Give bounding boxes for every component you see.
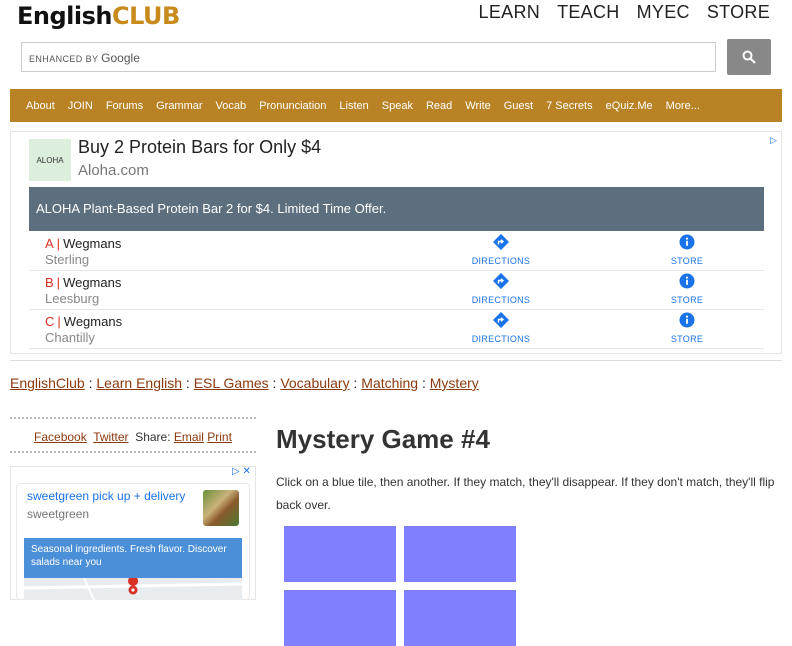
store-button[interactable]: STORE bbox=[647, 273, 727, 305]
ad-domain[interactable]: Aloha.com bbox=[78, 162, 149, 179]
menu-item-grammar[interactable]: Grammar bbox=[156, 100, 202, 112]
map-pin-icon bbox=[23, 576, 243, 601]
nav-teach[interactable]: TEACH bbox=[557, 2, 620, 23]
search-icon bbox=[742, 50, 756, 64]
location-name: Wegmans bbox=[63, 314, 123, 329]
directions-button[interactable]: DIRECTIONS bbox=[461, 273, 541, 305]
location-name: Wegmans bbox=[63, 236, 122, 251]
menu-item-join[interactable]: JOIN bbox=[68, 100, 93, 112]
share-print-link[interactable]: Print bbox=[207, 430, 232, 444]
store-label: STORE bbox=[670, 334, 704, 344]
directions-icon bbox=[493, 312, 509, 328]
location-city: Leesburg bbox=[45, 291, 100, 306]
breadcrumb-matching[interactable]: Matching bbox=[361, 375, 418, 391]
share-label: Share: bbox=[135, 430, 171, 444]
location-row[interactable]: C | Wegmans Chantilly DIRECTIONS STORE bbox=[29, 310, 764, 349]
ad-logo[interactable]: ALOHA bbox=[29, 139, 71, 181]
englishclub-logo[interactable]: EnglishCLUB bbox=[17, 0, 180, 31]
search-button[interactable] bbox=[727, 39, 771, 75]
ad-banner[interactable]: ALOHA Plant-Based Protein Bar 2 for $4. … bbox=[29, 187, 764, 231]
sidebar-ad-title[interactable]: sweetgreen pick up + delivery bbox=[27, 489, 185, 503]
share-twitter-link[interactable]: Twitter bbox=[93, 430, 128, 444]
breadcrumb-mystery[interactable]: Mystery bbox=[430, 375, 479, 391]
sidebar-ad-subtitle: sweetgreen bbox=[27, 507, 90, 521]
store-button[interactable]: STORE bbox=[647, 234, 727, 266]
store-label: STORE bbox=[670, 295, 704, 305]
salad-image bbox=[203, 490, 239, 526]
breadcrumb-vocabulary[interactable]: Vocabulary bbox=[280, 375, 349, 391]
game-instructions: Click on a blue tile, then another. If t… bbox=[276, 475, 775, 512]
menu-item-7-secrets[interactable]: 7 Secrets bbox=[546, 100, 592, 112]
game-tile[interactable] bbox=[284, 526, 396, 582]
menu-item-pronunciation[interactable]: Pronunciation bbox=[259, 100, 326, 112]
breadcrumb: EnglishClub : Learn English : ESL Games … bbox=[10, 375, 479, 391]
breadcrumb-esl-games[interactable]: ESL Games bbox=[194, 375, 269, 391]
adchoices-icon[interactable]: ▷ bbox=[770, 135, 777, 146]
directions-label: DIRECTIONS bbox=[471, 256, 531, 266]
menu-item-read[interactable]: Read bbox=[426, 100, 452, 112]
nav-myec[interactable]: MYEC bbox=[637, 2, 690, 23]
info-icon bbox=[679, 234, 695, 250]
top-nav: LEARN TEACH MYEC STORE bbox=[479, 2, 770, 23]
adchoices-icon[interactable]: ▷ ✕ bbox=[232, 466, 251, 477]
share-email-link[interactable]: Email bbox=[174, 430, 204, 444]
menu-item-equiz[interactable]: eQuiz.Me bbox=[606, 100, 653, 112]
game-tile[interactable] bbox=[284, 590, 396, 646]
divider bbox=[10, 360, 782, 361]
map-thumbnail[interactable] bbox=[23, 576, 243, 601]
share-facebook-link[interactable]: Facebook bbox=[34, 430, 87, 444]
logo-club-text: CLUB bbox=[111, 2, 180, 30]
location-row[interactable]: A | Wegmans Sterling DIRECTIONS STORE bbox=[29, 232, 764, 271]
ad-headline[interactable]: Buy 2 Protein Bars for Only $4 bbox=[78, 137, 321, 158]
nav-learn[interactable]: LEARN bbox=[479, 2, 541, 23]
info-icon bbox=[679, 273, 695, 289]
location-letter: A bbox=[45, 236, 54, 251]
location-name: Wegmans bbox=[63, 275, 122, 290]
breadcrumb-englishclub[interactable]: EnglishClub bbox=[10, 375, 85, 391]
menu-item-about[interactable]: About bbox=[26, 100, 55, 112]
nav-store[interactable]: STORE bbox=[707, 2, 770, 23]
game-tile[interactable] bbox=[404, 590, 516, 646]
store-button[interactable]: STORE bbox=[647, 312, 727, 344]
menu-item-write[interactable]: Write bbox=[465, 100, 490, 112]
breadcrumb-learn-english[interactable]: Learn English bbox=[96, 375, 182, 391]
directions-icon bbox=[493, 273, 509, 289]
info-icon bbox=[679, 312, 695, 328]
main-menu-bar: About JOIN Forums Grammar Vocab Pronunci… bbox=[10, 89, 782, 122]
directions-label: DIRECTIONS bbox=[471, 334, 531, 344]
location-city: Chantilly bbox=[45, 330, 95, 345]
location-city: Sterling bbox=[45, 252, 90, 267]
menu-item-forums[interactable]: Forums bbox=[106, 100, 143, 112]
menu-item-vocab[interactable]: Vocab bbox=[216, 100, 247, 112]
menu-item-speak[interactable]: Speak bbox=[382, 100, 413, 112]
directions-label: DIRECTIONS bbox=[471, 295, 531, 305]
search-branding: ENHANCED BY Google bbox=[29, 51, 140, 65]
location-row[interactable]: B | Wegmans Leesburg DIRECTIONS STORE bbox=[29, 271, 764, 310]
store-label: STORE bbox=[670, 256, 704, 266]
directions-button[interactable]: DIRECTIONS bbox=[461, 312, 541, 344]
menu-item-guest[interactable]: Guest bbox=[504, 100, 533, 112]
page-title: Mystery Game #4 bbox=[276, 424, 490, 454]
menu-item-listen[interactable]: Listen bbox=[339, 100, 368, 112]
advertisement-block: ALOHA Buy 2 Protein Bars for Only $4 Alo… bbox=[10, 131, 782, 354]
location-letter: C bbox=[45, 314, 55, 329]
search-input[interactable]: ENHANCED BY Google bbox=[21, 42, 716, 72]
logo-english-text: English bbox=[17, 2, 112, 30]
menu-item-more[interactable]: More... bbox=[666, 100, 700, 112]
location-letter: B bbox=[45, 275, 54, 290]
game-tile[interactable] bbox=[404, 526, 516, 582]
sidebar-ad-banner[interactable]: Seasonal ingredients. Fresh flavor. Disc… bbox=[24, 538, 242, 578]
share-bar: Facebook Twitter Share: Email Print bbox=[10, 417, 256, 453]
directions-icon bbox=[493, 234, 509, 250]
directions-button[interactable]: DIRECTIONS bbox=[461, 234, 541, 266]
